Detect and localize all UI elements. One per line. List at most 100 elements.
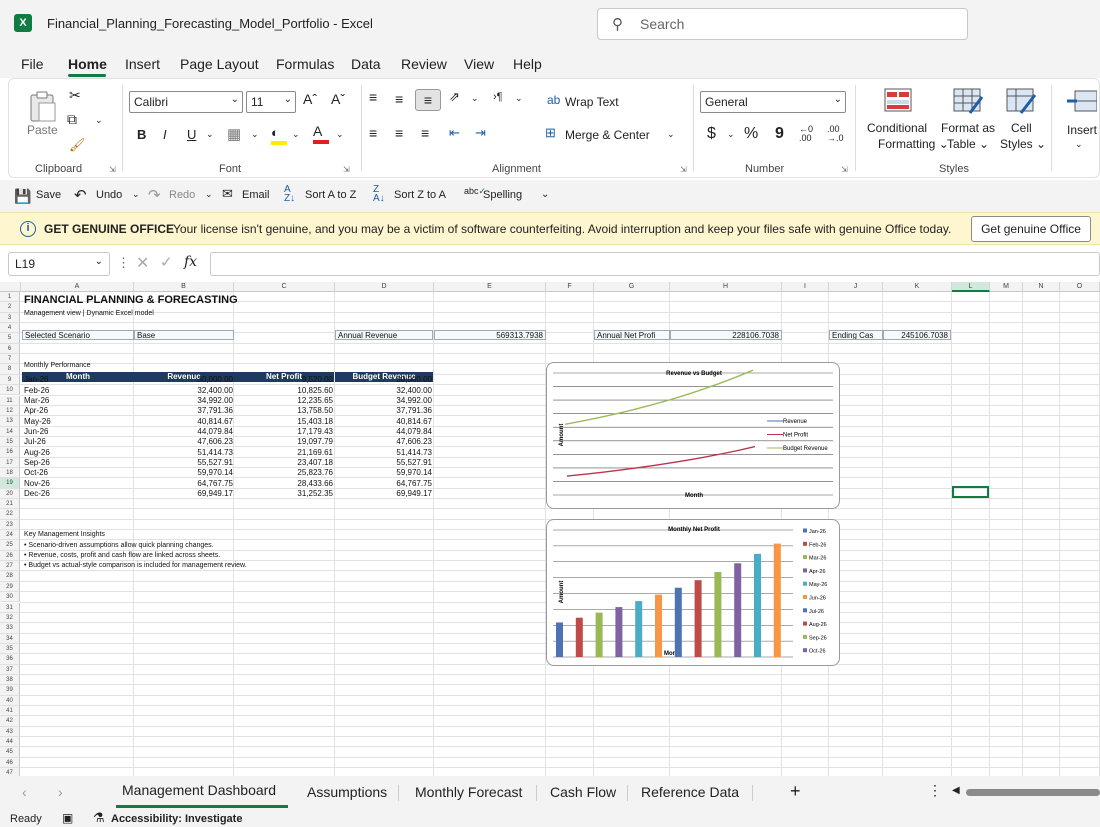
sheet-tab-monthly-forecast[interactable]: Monthly Forecast: [415, 784, 522, 800]
row-header-35[interactable]: 35: [0, 643, 20, 655]
decrease-decimal-icon[interactable]: .00 →.0: [827, 125, 844, 143]
row-header-14[interactable]: 14: [0, 426, 20, 437]
macro-record-icon[interactable]: ▣: [62, 811, 73, 825]
comma-style-button[interactable]: 9: [775, 125, 784, 143]
chevron-down-icon[interactable]: ⌄: [95, 115, 103, 126]
row-header-4[interactable]: 4: [0, 323, 20, 334]
month-cell[interactable]: Nov-26: [22, 479, 134, 489]
email-icon[interactable]: ✉: [222, 186, 233, 202]
row-header-6[interactable]: 6: [0, 343, 20, 355]
copy-icon[interactable]: ⧉: [67, 111, 77, 128]
dialog-launcher-icon[interactable]: ⇲: [343, 165, 350, 174]
sheet-tab-management-dashboard[interactable]: Management Dashboard: [122, 782, 276, 798]
row-header-17[interactable]: 17: [0, 457, 20, 468]
chevron-down-icon[interactable]: ⌄: [667, 129, 675, 140]
insights-title[interactable]: Key Management Insights: [24, 530, 105, 540]
cell-styles-sub[interactable]: Styles ⌄: [1000, 137, 1046, 151]
tab-review[interactable]: Review: [401, 56, 447, 72]
format-as-table-icon[interactable]: [952, 87, 984, 115]
search-input[interactable]: ⚲ Search: [597, 8, 968, 40]
row-header-41[interactable]: 41: [0, 706, 20, 717]
budget-revenue-cell[interactable]: 30,000.00: [335, 375, 433, 385]
increase-font-icon[interactable]: Aˆ: [303, 91, 317, 107]
underline-button[interactable]: U: [187, 127, 196, 142]
bold-button[interactable]: B: [137, 127, 146, 142]
net-profit-cell[interactable]: 25,823.76: [234, 468, 334, 478]
currency-button[interactable]: $: [707, 125, 716, 143]
row-header-33[interactable]: 33: [0, 623, 20, 634]
sheet-tab-assumptions[interactable]: Assumptions: [307, 784, 387, 800]
revenue-cell[interactable]: 32,400.00: [134, 386, 234, 396]
row-header-31[interactable]: 31: [0, 602, 20, 613]
row-header-12[interactable]: 12: [0, 405, 20, 417]
cell-styles-icon[interactable]: [1005, 87, 1037, 115]
row-header-38[interactable]: 38: [0, 674, 20, 686]
revenue-cell[interactable]: 37,791.36: [134, 406, 234, 416]
net-profit-cell[interactable]: 23,407.18: [234, 458, 334, 468]
conditional-formatting-button[interactable]: Conditional: [867, 121, 927, 135]
revenue-cell[interactable]: 34,992.00: [134, 396, 234, 406]
align-bottom-icon[interactable]: ≡: [415, 89, 441, 111]
net-profit-cell[interactable]: 17,179.43: [234, 427, 334, 437]
orientation-icon[interactable]: ⇗: [449, 89, 460, 105]
insight-2[interactable]: • Revenue, costs, profit and cash flow a…: [24, 551, 220, 561]
row-header-1[interactable]: 1: [0, 292, 20, 303]
row-header-36[interactable]: 36: [0, 654, 20, 665]
row-header-45[interactable]: 45: [0, 747, 20, 758]
chevron-down-icon[interactable]: ⌄: [292, 129, 300, 140]
row-header-8[interactable]: 8: [0, 364, 20, 375]
column-header-n[interactable]: N: [1023, 282, 1060, 292]
chevron-down-icon[interactable]: ⌄: [336, 129, 344, 140]
wrap-text-icon[interactable]: ab: [547, 93, 560, 107]
selected-cell[interactable]: [952, 486, 989, 498]
revenue-cell[interactable]: 59,970.14: [134, 468, 234, 478]
month-cell[interactable]: Dec-26: [22, 489, 134, 499]
column-header-g[interactable]: G: [594, 282, 670, 292]
wrap-text-button[interactable]: Wrap Text: [565, 95, 619, 109]
column-header-e[interactable]: E: [434, 282, 546, 292]
month-cell[interactable]: Feb-26: [22, 386, 134, 396]
insight-1[interactable]: • Scenario-driven assumptions allow quic…: [24, 541, 214, 551]
budget-revenue-cell[interactable]: 51,414.73: [335, 448, 433, 458]
budget-revenue-cell[interactable]: 64,767.75: [335, 479, 433, 489]
chevron-down-icon[interactable]: ⌄: [471, 93, 479, 104]
revenue-cell[interactable]: 40,814.67: [134, 417, 234, 427]
budget-revenue-cell[interactable]: 34,992.00: [335, 396, 433, 406]
fill-color-icon[interactable]: ◐: [271, 125, 289, 145]
italic-button[interactable]: I: [163, 127, 167, 142]
scenario-label[interactable]: Selected Scenario: [22, 330, 134, 340]
horizontal-scrollbar[interactable]: [966, 789, 1100, 796]
monthly-net-profit-chart[interactable]: Monthly Net Profit Month Amount Jan-26 Feb-2…: [546, 519, 840, 666]
month-cell[interactable]: Jul-26: [22, 437, 134, 447]
save-button[interactable]: Save: [36, 189, 61, 201]
dialog-launcher-icon[interactable]: ⇲: [109, 165, 116, 174]
column-header-d[interactable]: D: [335, 282, 434, 292]
row-header-40[interactable]: 40: [0, 695, 20, 706]
dialog-launcher-icon[interactable]: ⇲: [680, 165, 687, 174]
annual-revenue-label[interactable]: Annual Revenue: [335, 330, 433, 340]
net-profit-cell[interactable]: 10,825.60: [234, 386, 334, 396]
row-header-11[interactable]: 11: [0, 395, 20, 406]
row-header-16[interactable]: 16: [0, 447, 20, 458]
column-header-f[interactable]: F: [546, 282, 594, 292]
chevron-down-icon[interactable]: ⌄: [205, 189, 213, 200]
month-cell[interactable]: Jun-26: [22, 427, 134, 437]
budget-revenue-cell[interactable]: 47,606.23: [335, 437, 433, 447]
chevron-down-icon[interactable]: ⌄: [1075, 139, 1083, 150]
formula-input[interactable]: [210, 252, 1100, 276]
row-header-18[interactable]: 18: [0, 467, 20, 479]
sort-za-icon[interactable]: Z A↓: [373, 185, 385, 204]
cell-styles-button[interactable]: Cell: [1011, 121, 1032, 135]
redo-button[interactable]: Redo: [169, 189, 195, 201]
insight-3[interactable]: • Budget vs actual-style comparison is i…: [24, 561, 247, 571]
row-header-5[interactable]: 5: [0, 333, 20, 344]
row-header-24[interactable]: 24: [0, 530, 20, 541]
row-header-15[interactable]: 15: [0, 436, 20, 448]
align-right-icon[interactable]: ≡: [421, 125, 429, 141]
row-header-26[interactable]: 26: [0, 550, 20, 562]
conditional-formatting-sub[interactable]: Formatting ⌄: [878, 137, 949, 151]
column-header-j[interactable]: J: [829, 282, 883, 292]
tab-help[interactable]: Help: [513, 56, 542, 72]
align-middle-icon[interactable]: ≡: [395, 91, 403, 107]
more-icon[interactable]: ⋮: [928, 782, 942, 799]
